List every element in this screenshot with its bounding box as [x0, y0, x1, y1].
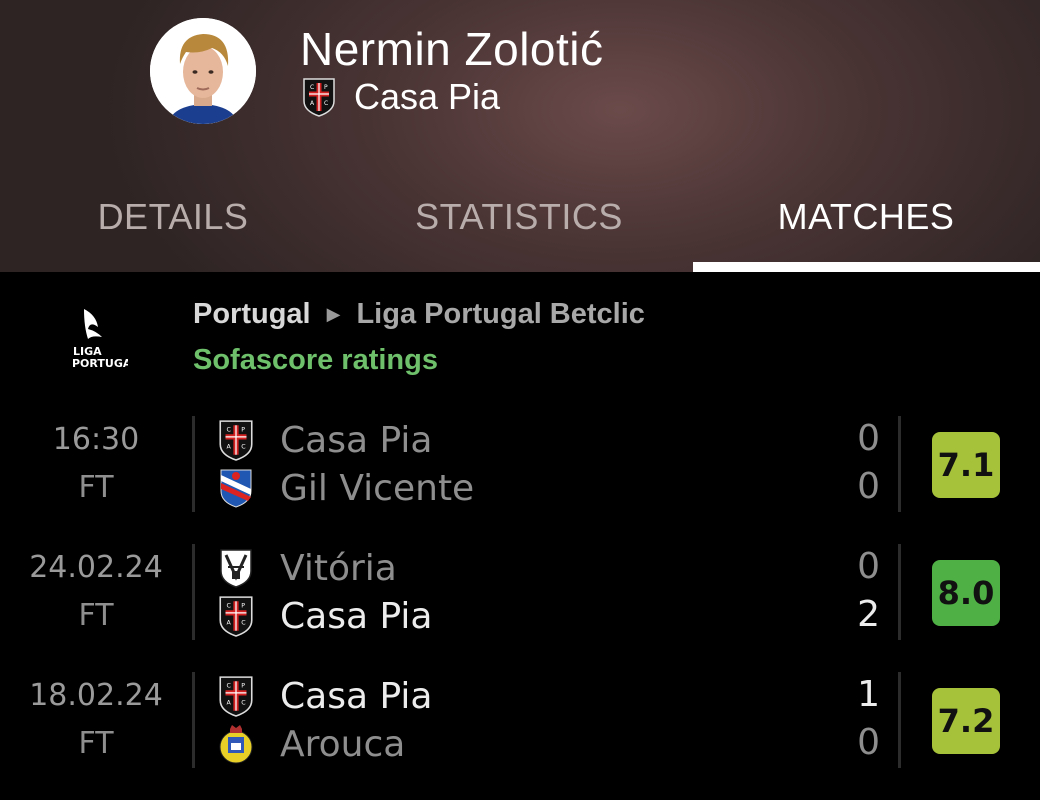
home-team-name: Casa Pia	[280, 675, 433, 717]
player-header: Nermin Zolotić Casa Pia DETAILS STATISTI…	[0, 0, 1040, 272]
player-name: Nermin Zolotić	[300, 23, 604, 75]
home-score: 0	[857, 418, 880, 459]
match-status: FT	[78, 470, 114, 505]
match-status: FT	[78, 598, 114, 633]
ratings-label: Sofascore ratings	[193, 344, 438, 376]
away-team: Arouca	[218, 720, 405, 768]
breadcrumb-country[interactable]: Portugal	[193, 298, 311, 331]
away-score: 2	[857, 594, 880, 635]
breadcrumb-league[interactable]: Liga Portugal Betclic	[356, 298, 644, 331]
vitoria-crest-icon	[218, 547, 254, 589]
divider	[192, 672, 195, 768]
match-date: 18.02.24	[29, 678, 163, 713]
home-team: Casa Pia	[218, 416, 432, 464]
arouca-crest-icon	[218, 723, 254, 765]
home-team: Vitória	[218, 544, 397, 592]
divider	[898, 672, 901, 768]
home-score: 1	[857, 674, 880, 715]
away-score: 0	[857, 722, 880, 763]
home-team-name: Vitória	[280, 547, 397, 589]
rating-badge: 8.0	[932, 560, 1000, 626]
away-team: Casa Pia	[218, 592, 432, 640]
match-row[interactable]: 24.02.24 FT Vitória Casa Pia 0 2 8.0	[0, 544, 1040, 640]
svg-text:PORTUGAL: PORTUGAL	[72, 357, 128, 370]
tab-matches[interactable]: MATCHES	[693, 172, 1039, 262]
tab-statistics[interactable]: STATISTICS	[346, 172, 692, 262]
home-team-name: Casa Pia	[280, 419, 433, 461]
away-team-name: Casa Pia	[280, 595, 433, 637]
competition-breadcrumb: Portugal ▶ Liga Portugal Betclic	[193, 296, 645, 332]
player-avatar[interactable]	[150, 18, 256, 124]
away-team: Gil Vicente	[218, 464, 474, 512]
active-tab-indicator	[693, 262, 1040, 272]
player-team[interactable]: Casa Pia	[302, 76, 500, 118]
home-team: Casa Pia	[218, 672, 432, 720]
home-score: 0	[857, 546, 880, 587]
liga-portugal-logo: LIGA PORTUGAL	[62, 305, 138, 373]
chevron-right-icon: ▶	[326, 303, 341, 324]
rating-badge: 7.1	[932, 432, 1000, 498]
match-row[interactable]: 18.02.24 FT Casa Pia Arouca 1 0 7.2	[0, 672, 1040, 768]
tab-details[interactable]: DETAILS	[0, 172, 346, 262]
divider	[898, 416, 901, 512]
away-team-name: Arouca	[280, 723, 406, 765]
player-photo	[150, 18, 256, 124]
match-time: 16:30	[52, 422, 140, 457]
divider	[898, 544, 901, 640]
rating-badge: 7.2	[932, 688, 1000, 754]
match-row[interactable]: 16:30 FT Casa Pia Gil Vicente 0 0 7.1	[0, 416, 1040, 512]
casa-pia-crest-icon	[218, 419, 254, 461]
match-status: FT	[78, 726, 114, 761]
away-score: 0	[857, 466, 880, 507]
divider	[192, 416, 195, 512]
gil-vicente-crest-icon	[218, 467, 254, 509]
tab-bar: DETAILS STATISTICS MATCHES	[0, 172, 1040, 272]
casa-pia-crest-icon	[302, 77, 336, 117]
away-team-name: Gil Vicente	[280, 467, 475, 509]
casa-pia-crest-icon	[218, 595, 254, 637]
player-team-name: Casa Pia	[354, 76, 501, 117]
divider	[192, 544, 195, 640]
casa-pia-crest-icon	[218, 675, 254, 717]
match-date: 24.02.24	[29, 550, 163, 585]
